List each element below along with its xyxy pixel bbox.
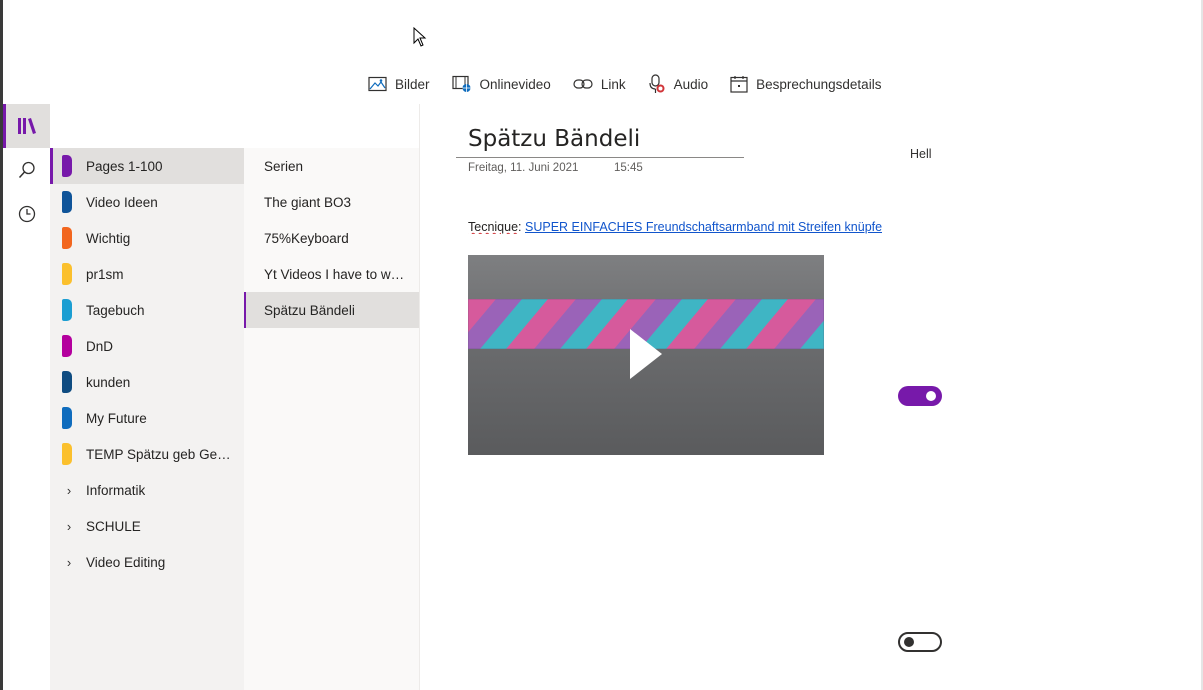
play-icon[interactable] (628, 327, 664, 381)
mouse-cursor-icon (413, 27, 427, 47)
toggle-switch-off[interactable] (898, 632, 942, 652)
section-item[interactable]: Wichtig (50, 220, 244, 256)
page-label: The giant BO3 (264, 194, 352, 210)
section-item[interactable]: DnD (50, 328, 244, 364)
section-color-tab (62, 371, 72, 393)
technique-line: Tecnique: SUPER EINFACHES Freundschaftsa… (468, 220, 882, 234)
picture-icon (368, 76, 387, 92)
insert-toolbar: Bilder Onlinevideo Link Audio Besprechun… (368, 72, 903, 96)
section-item[interactable]: kunden (50, 364, 244, 400)
section-list: Pages 1-100 Video Ideen Wichtig pr1sm Tagebu… (50, 148, 244, 472)
online-video-button[interactable]: Onlinevideo (451, 75, 551, 93)
pages-header (244, 104, 419, 148)
section-group-item[interactable]: › Informatik (50, 472, 244, 508)
section-color-tab (62, 407, 72, 429)
section-color-tab (62, 263, 72, 285)
search-button[interactable] (3, 148, 50, 192)
toggle-knob (926, 391, 936, 401)
page-label: Serien (264, 158, 304, 174)
section-color-tab (62, 299, 72, 321)
section-label: DnD (86, 338, 114, 354)
section-color-tab (62, 227, 72, 249)
toggle-switch-on[interactable] (898, 386, 942, 406)
title-underline (456, 157, 744, 158)
technique-link[interactable]: SUPER EINFACHES Freundschaftsarmband mit… (525, 220, 882, 234)
navigation-rail (3, 104, 50, 690)
page-item[interactable]: 75%Keyboard (244, 220, 419, 256)
section-label: kunden (86, 374, 131, 390)
online-video-label: Onlinevideo (479, 76, 551, 92)
page-item[interactable]: Serien (244, 148, 419, 184)
meeting-details-label: Besprechungsdetails (756, 76, 882, 92)
link-icon (573, 79, 593, 89)
section-label: Tagebuch (86, 302, 145, 318)
page-list: Serien The giant BO3 75%Keyboard Yt Videos … (244, 148, 419, 328)
embedded-video[interactable] (468, 255, 824, 455)
pages-pane: Serien The giant BO3 75%Keyboard Yt Videos … (244, 104, 420, 690)
page-label: Yt Videos I have to wat... (264, 266, 410, 282)
link-button[interactable]: Link (573, 77, 626, 92)
audio-button[interactable]: Audio (648, 74, 709, 94)
recent-button[interactable] (3, 192, 50, 236)
section-color-tab (62, 443, 72, 465)
section-group-item[interactable]: › SCHULE (50, 508, 244, 544)
sections-pane: Pages 1-100 Video Ideen Wichtig pr1sm Tagebu… (50, 104, 244, 690)
search-icon (18, 161, 35, 179)
section-label: Video Ideen (86, 194, 158, 210)
sections-header (50, 104, 244, 148)
page-item[interactable]: The giant BO3 (244, 184, 419, 220)
section-color-tab (62, 335, 72, 357)
chevron-right-icon[interactable]: › (64, 519, 74, 534)
hell-label: Hell (910, 147, 932, 161)
section-group-label: Video Editing (86, 554, 166, 570)
section-item[interactable]: My Future (50, 400, 244, 436)
toggle-knob (904, 637, 914, 647)
section-group-item[interactable]: › Video Editing (50, 544, 244, 580)
page-date: Freitag, 11. Juni 2021 (468, 162, 579, 174)
calendar-icon (730, 76, 748, 93)
page-label: 75%Keyboard (264, 230, 349, 246)
technique-label: Tecnique (468, 220, 519, 234)
section-color-tab (62, 155, 72, 177)
section-label: My Future (86, 410, 147, 426)
notebooks-icon (17, 118, 36, 134)
chevron-right-icon[interactable]: › (64, 555, 74, 570)
recent-clock-icon (18, 205, 35, 223)
meeting-details-button[interactable]: Besprechungsdetails (730, 75, 881, 93)
audio-label: Audio (673, 76, 709, 92)
notebooks-button[interactable] (3, 104, 50, 148)
section-label: Wichtig (86, 230, 131, 246)
section-label: pr1sm (86, 266, 124, 282)
section-label: TEMP Spätzu geb Gesc... (86, 446, 231, 462)
section-color-tab (62, 191, 72, 213)
section-group-list: › Informatik › SCHULE › Video Editing (50, 472, 244, 580)
section-label: Pages 1-100 (86, 158, 163, 174)
section-item[interactable]: Pages 1-100 (50, 148, 244, 184)
link-label: Link (600, 76, 626, 92)
page-item[interactable]: Yt Videos I have to wat... (244, 256, 419, 292)
section-item[interactable]: Video Ideen (50, 184, 244, 220)
page-title[interactable]: Spätzu Bändeli (468, 126, 640, 152)
section-group-label: Informatik (86, 482, 146, 498)
page-time: 15:45 (614, 162, 643, 174)
technique-separator: : (518, 220, 525, 234)
section-item[interactable]: TEMP Spätzu geb Gesc... (50, 436, 244, 472)
section-item[interactable]: Tagebuch (50, 292, 244, 328)
section-item[interactable]: pr1sm (50, 256, 244, 292)
microphone-icon (648, 74, 665, 93)
online-video-icon (451, 75, 471, 92)
page-label: Spätzu Bändeli (264, 302, 355, 318)
pictures-label: Bilder (395, 76, 430, 92)
pictures-button[interactable]: Bilder (368, 76, 430, 92)
section-group-label: SCHULE (86, 518, 141, 534)
chevron-right-icon[interactable]: › (64, 483, 74, 498)
page-item[interactable]: Spätzu Bändeli (244, 292, 419, 328)
